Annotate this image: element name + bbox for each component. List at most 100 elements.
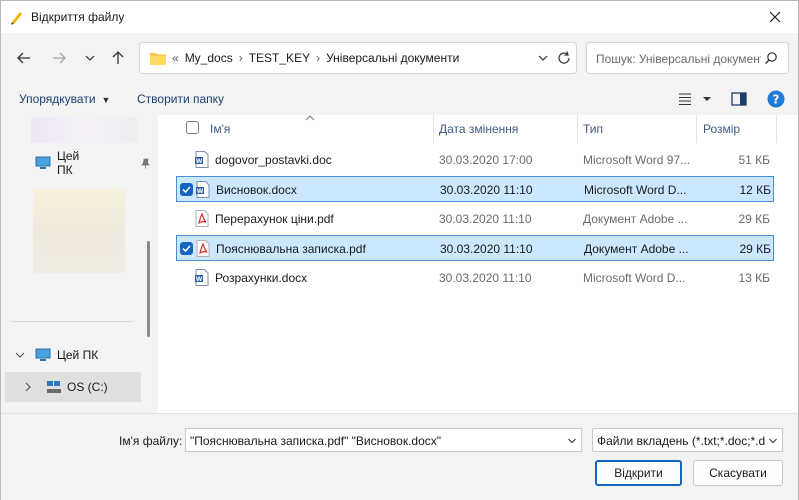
breadcrumb-overflow[interactable]: «	[172, 51, 179, 65]
view-options-icon[interactable]	[677, 91, 693, 107]
arrow-left-icon	[17, 52, 30, 64]
column-header-date[interactable]: Дата змінення	[439, 122, 518, 136]
chevron-right-icon[interactable]	[23, 382, 33, 392]
sidebar-item-this-pc-tree[interactable]: Цей ПК	[1, 342, 151, 368]
computer-icon	[35, 156, 51, 169]
column-separator[interactable]	[433, 115, 434, 143]
row-checkbox[interactable]	[180, 242, 193, 255]
close-button[interactable]	[752, 1, 798, 33]
file-row[interactable]: W Розрахунки.docx 30.03.2020 11:10 Micro…	[176, 265, 774, 291]
filename-value: "Пояснювальна записка.pdf" "Висновок.doc…	[190, 434, 442, 448]
file-row-selected[interactable]: W Висновок.docx 30.03.2020 11:10 Microso…	[176, 176, 774, 202]
organize-menu[interactable]: Упорядкувати ▼	[19, 92, 110, 106]
word-doc-icon: W	[196, 181, 210, 198]
blurred-item	[31, 117, 137, 143]
sidebar-item-label: Цей ПК	[57, 348, 99, 362]
divider	[11, 321, 133, 322]
open-button[interactable]: Відкрити	[595, 460, 682, 486]
word-doc-icon: W	[195, 151, 209, 168]
cancel-button[interactable]: Скасувати	[693, 460, 783, 486]
file-name: Висновок.docx	[216, 183, 297, 197]
breadcrumb-item[interactable]: Універсальні документи	[326, 51, 459, 65]
select-all-checkbox[interactable]	[186, 121, 199, 134]
pen-icon	[11, 12, 22, 25]
sidebar-item-this-pc[interactable]: Цей ПК	[1, 149, 151, 177]
file-name: Розрахунки.docx	[215, 271, 308, 285]
file-date: 30.03.2020 11:10	[440, 183, 533, 197]
computer-icon	[35, 348, 51, 361]
file-type-filter-value: Файли вкладень (*.txt;*.doc;*.d	[597, 434, 765, 448]
file-size: 29 КБ	[738, 212, 770, 226]
word-doc-icon: W	[195, 269, 209, 286]
file-name: Пояснювальна записка.pdf	[216, 242, 366, 256]
row-checkbox[interactable]	[180, 183, 193, 196]
organize-label: Упорядкувати	[19, 92, 96, 106]
svg-text:W: W	[197, 188, 204, 195]
file-date: 30.03.2020 11:10	[440, 242, 533, 256]
help-icon[interactable]: ?	[767, 90, 785, 108]
breadcrumb-separator-icon[interactable]: ›	[316, 51, 320, 65]
title-bar: Відкриття файлу	[1, 1, 798, 33]
chevron-down-icon	[85, 55, 95, 61]
breadcrumb-separator-icon[interactable]: ›	[239, 51, 243, 65]
sidebar-item-label: Цей ПК	[56, 149, 80, 177]
up-button[interactable]	[105, 45, 131, 71]
chevron-down-icon[interactable]	[536, 51, 550, 65]
file-size: 29 КБ	[739, 242, 771, 256]
breadcrumb-item[interactable]: TEST_KEY	[249, 51, 310, 65]
file-type: Microsoft Word D...	[583, 271, 686, 285]
file-type: Microsoft Word 97...	[583, 153, 691, 167]
navigation-bar: « My_docs › TEST_KEY › Універсальні доку…	[1, 33, 798, 83]
forward-button[interactable]	[46, 45, 72, 71]
breadcrumb-item[interactable]: My_docs	[185, 51, 233, 65]
checkmark-icon	[182, 245, 191, 253]
search-placeholder: Пошук: Універсальні документи	[596, 52, 761, 66]
filename-input[interactable]: "Пояснювальна записка.pdf" "Висновок.doc…	[185, 428, 582, 452]
drive-icon	[47, 381, 61, 393]
caret-down-icon: ▼	[101, 95, 111, 105]
file-size: 51 КБ	[738, 153, 770, 167]
column-header-name[interactable]: Ім'я	[210, 122, 230, 136]
file-type-filter[interactable]: Файли вкладень (*.txt;*.doc;*.d	[592, 428, 783, 452]
column-header-type[interactable]: Тип	[583, 122, 603, 136]
file-row[interactable]: Перерахунок ціни.pdf 30.03.2020 11:10 До…	[176, 206, 774, 232]
sidebar-item-os-c[interactable]: OS (C:)	[5, 372, 141, 402]
chevron-down-icon[interactable]	[15, 350, 25, 360]
file-list: Ім'я Дата змінення Тип Розмір W dogovor_…	[158, 115, 798, 413]
caret-down-icon[interactable]	[702, 94, 712, 104]
column-header-separator[interactable]	[696, 115, 697, 143]
address-bar[interactable]: « My_docs › TEST_KEY › Універсальні доку…	[139, 42, 577, 74]
sort-ascending-icon	[305, 115, 315, 121]
pdf-icon	[196, 240, 210, 257]
window-title: Відкриття файлу	[31, 10, 125, 24]
folder-icon	[150, 53, 166, 65]
sidebar-scrollbar[interactable]	[147, 241, 150, 337]
new-folder-button[interactable]: Створити папку	[137, 92, 224, 106]
refresh-icon[interactable]	[556, 50, 572, 66]
close-icon	[769, 11, 781, 23]
chevron-down-icon[interactable]	[567, 436, 577, 446]
blurred-item	[33, 189, 125, 273]
file-name: dogovor_postavki.doc	[215, 153, 332, 167]
svg-text:?: ?	[773, 93, 780, 107]
column-separator[interactable]	[776, 115, 777, 143]
column-separator[interactable]	[577, 115, 578, 143]
pin-icon[interactable]	[140, 158, 151, 169]
chevron-down-icon[interactable]	[768, 436, 778, 446]
back-button[interactable]	[11, 45, 37, 71]
open-file-dialog: Відкриття файлу « My_docs › TEST_KEY › У…	[0, 0, 799, 500]
preview-pane-icon[interactable]	[731, 91, 747, 107]
search-input[interactable]: Пошук: Універсальні документи	[586, 42, 789, 74]
svg-text:W: W	[196, 276, 203, 283]
file-size: 12 КБ	[739, 183, 771, 197]
recent-locations-button[interactable]	[77, 45, 103, 71]
file-date: 30.03.2020 17:00	[439, 153, 533, 167]
filename-label: Ім'я файлу:	[119, 434, 183, 448]
column-header-size[interactable]: Розмір	[703, 122, 740, 136]
file-row[interactable]: W dogovor_postavki.doc 30.03.2020 17:00 …	[176, 147, 774, 173]
svg-text:W: W	[196, 158, 203, 165]
navigation-pane: Цей ПК Цей ПК OS (C:)	[1, 115, 157, 413]
command-bar: Упорядкувати ▼ Створити папку ?	[1, 83, 798, 115]
file-type: Microsoft Word D...	[584, 183, 687, 197]
file-row-selected[interactable]: Пояснювальна записка.pdf 30.03.2020 11:1…	[176, 235, 774, 261]
